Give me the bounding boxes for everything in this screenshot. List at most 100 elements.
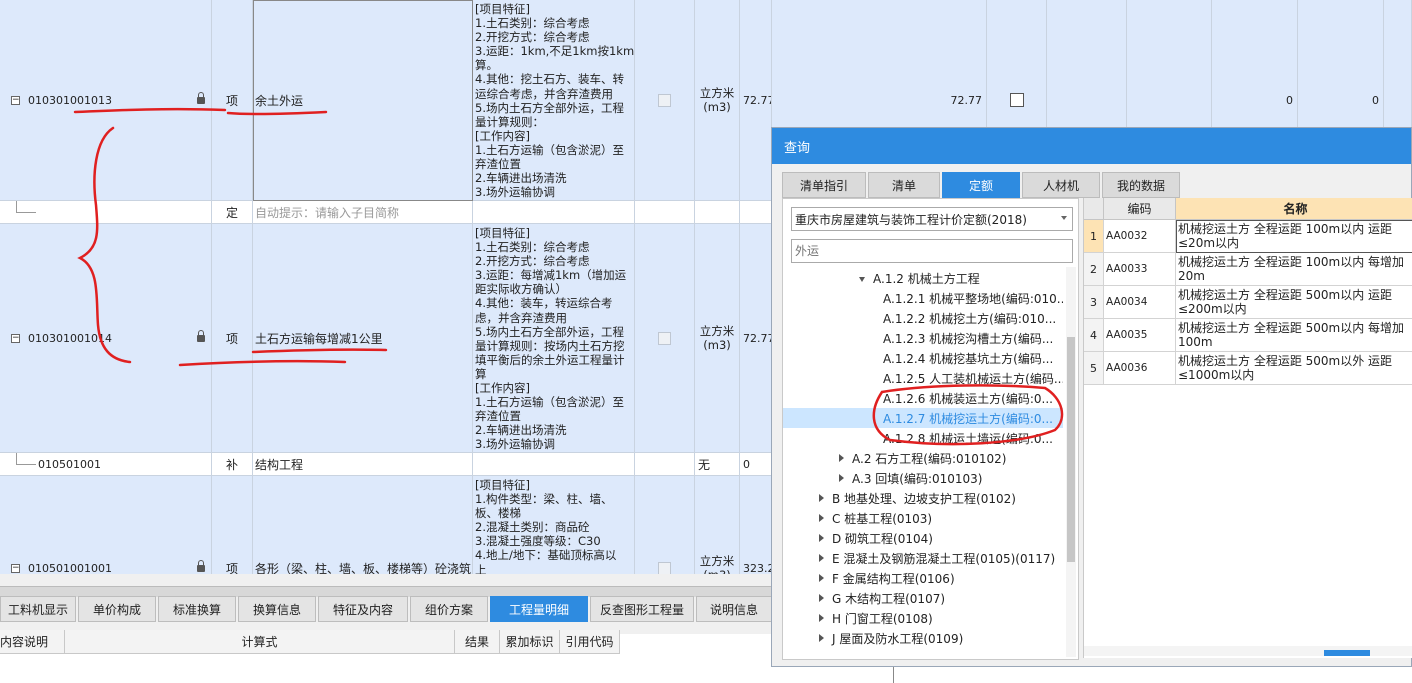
tab-quota[interactable]: 定额 <box>942 172 1020 198</box>
tree-node[interactable]: B 地基处理、边坡支护工程(0102) <box>783 488 1063 508</box>
checkbox-cell[interactable] <box>635 0 695 201</box>
name-cell[interactable]: 结构工程 <box>253 453 473 476</box>
col-ref-code[interactable]: 引用代码 <box>560 630 620 654</box>
features-cell[interactable] <box>473 201 635 224</box>
result-index[interactable]: 5 <box>1084 352 1104 385</box>
tree-node[interactable]: A.1.2.8 机械运土墙运(编码:0... <box>783 428 1063 448</box>
result-code[interactable]: AA0035 <box>1104 319 1176 352</box>
result-name[interactable]: 机械挖运土方 全程运距 500m以内 每增加100m <box>1176 319 1412 352</box>
tree-node[interactable]: H 门窗工程(0108) <box>783 608 1063 628</box>
code-cell[interactable]: − 010301001014 <box>0 224 212 453</box>
result-code[interactable]: AA0034 <box>1104 286 1176 319</box>
result-name[interactable]: 机械挖运土方 全程运距 500m以内 运距≤200m以内 <box>1176 286 1412 319</box>
tab-bill[interactable]: 清单 <box>868 172 940 198</box>
dialog-title[interactable]: 查询 <box>772 128 1411 164</box>
tab-labor-material[interactable]: 工料机显示 <box>0 596 76 622</box>
tree-node[interactable]: A.3 回填(编码:010103) <box>783 468 1063 488</box>
col-content[interactable]: 内容说明 <box>0 630 65 654</box>
code-cell[interactable]: 010501001 <box>0 453 212 476</box>
tree-node[interactable]: A.1.2.7 机械挖运土方(编码:0... <box>783 408 1063 428</box>
unit-cell[interactable]: 立方米 (m3) <box>695 224 740 453</box>
code-cell[interactable]: − 010501001001 <box>0 476 212 574</box>
quantity-cell[interactable] <box>740 201 772 224</box>
type-cell[interactable]: 项 <box>212 224 253 453</box>
tab-quantity-detail[interactable]: 工程量明细 <box>490 596 588 622</box>
expand-closed-icon[interactable] <box>839 454 844 462</box>
checkbox-cell[interactable] <box>635 453 695 476</box>
code-cell[interactable] <box>0 201 212 224</box>
unit-cell[interactable]: 立方米 (m3) <box>695 476 740 574</box>
tab-standard-conversion[interactable]: 标准换算 <box>158 596 236 622</box>
tree-node[interactable]: A.1.2.6 机械装运土方(编码:0... <box>783 388 1063 408</box>
collapse-icon[interactable]: − <box>11 563 20 573</box>
type-cell[interactable]: 项 <box>212 476 253 574</box>
tree-node[interactable]: E 混凝土及钢筋混凝土工程(0105)(0117) <box>783 548 1063 568</box>
expand-closed-icon[interactable] <box>819 514 824 522</box>
result-row[interactable]: 2 AA0033 机械挖运土方 全程运距 100m以内 每增加20m <box>1084 253 1412 286</box>
quota-library-select[interactable]: 重庆市房屋建筑与装饰工程计价定额(2018) <box>791 207 1073 231</box>
tree-node[interactable]: D 砌筑工程(0104) <box>783 528 1063 548</box>
features-cell[interactable] <box>473 453 635 476</box>
name-cell[interactable]: 土石方运输每增减1公里 <box>253 224 473 453</box>
quantity-cell[interactable]: 0 <box>740 453 772 476</box>
result-name[interactable]: 机械挖运土方 全程运距 100m以内 每增加20m <box>1176 253 1412 286</box>
tree-node[interactable]: J 屋面及防水工程(0109) <box>783 628 1063 648</box>
col-code[interactable]: 编码 <box>1104 198 1176 220</box>
tree-node[interactable]: A.1.2 机械土方工程 <box>783 268 1063 288</box>
flag-checkbox[interactable] <box>1009 93 1024 107</box>
tab-features-content[interactable]: 特征及内容 <box>318 596 408 622</box>
tree-node[interactable]: A.1.2.3 机械挖沟槽土方(编码... <box>783 328 1063 348</box>
expand-closed-icon[interactable] <box>819 554 824 562</box>
tab-unit-price[interactable]: 单价构成 <box>78 596 156 622</box>
expand-closed-icon[interactable] <box>819 594 824 602</box>
type-cell[interactable]: 项 <box>212 0 253 201</box>
result-index[interactable]: 1 <box>1084 220 1104 253</box>
col-name[interactable]: 名称 <box>1176 198 1412 220</box>
result-code[interactable]: AA0032 <box>1104 220 1176 253</box>
tree-node[interactable]: A.1.2.1 机械平整场地(编码:010... <box>783 288 1063 308</box>
tree-node[interactable]: F 金属结构工程(0106) <box>783 568 1063 588</box>
result-index[interactable]: 2 <box>1084 253 1104 286</box>
expand-closed-icon[interactable] <box>839 474 844 482</box>
tree-scrollbar[interactable] <box>1066 267 1076 657</box>
unit-cell[interactable] <box>695 201 740 224</box>
tree-node[interactable]: A.1.2.5 人工装机械运土方(编码... <box>783 368 1063 388</box>
collapse-icon[interactable]: − <box>11 95 20 105</box>
col-formula[interactable]: 计算式 <box>65 630 455 654</box>
code-cell[interactable]: − 010301001013 <box>0 0 212 201</box>
checkbox-cell[interactable] <box>635 224 695 453</box>
tree-node[interactable]: C 桩基工程(0103) <box>783 508 1063 528</box>
tab-my-data[interactable]: 我的数据 <box>1102 172 1180 198</box>
type-cell[interactable]: 补 <box>212 453 253 476</box>
unit-cell[interactable]: 立方米 (m3) <box>695 0 740 201</box>
result-index[interactable]: 4 <box>1084 319 1104 352</box>
quantity-cell[interactable]: 72.77 <box>740 0 772 201</box>
unit-cell[interactable]: 无 <box>695 453 740 476</box>
checkbox-cell[interactable] <box>635 201 695 224</box>
quantity-cell[interactable]: 323.2 <box>740 476 772 574</box>
col-result[interactable]: 结果 <box>455 630 500 654</box>
tab-description[interactable]: 说明信息 <box>696 596 772 622</box>
result-row[interactable]: 3 AA0034 机械挖运土方 全程运距 500m以内 运距≤200m以内 <box>1084 286 1412 319</box>
name-input-cell[interactable]: 自动提示：请输入子目简称 <box>253 201 473 224</box>
tree-node[interactable]: A.2 石方工程(编码:010102) <box>783 448 1063 468</box>
expand-closed-icon[interactable] <box>819 574 824 582</box>
tree-node[interactable]: A.1.2.4 机械挖基坑土方(编码... <box>783 348 1063 368</box>
quantity-cell[interactable]: 72.77 <box>740 224 772 453</box>
results-scrollbar[interactable] <box>1084 646 1412 656</box>
result-row[interactable]: 5 AA0036 机械挖运土方 全程运距 500m以外 运距≤1000m以内 <box>1084 352 1412 385</box>
tab-bill-guide[interactable]: 清单指引 <box>782 172 866 198</box>
result-index[interactable]: 3 <box>1084 286 1104 319</box>
tree-node[interactable]: G 木结构工程(0107) <box>783 588 1063 608</box>
result-row[interactable]: 1 AA0032 机械挖运土方 全程运距 100m以内 运距≤20m以内 <box>1084 220 1412 253</box>
name-cell[interactable]: 余土外运 <box>253 0 473 201</box>
expand-closed-icon[interactable] <box>819 534 824 542</box>
name-cell[interactable]: 各形（梁、柱、墙、板、楼梯等）砼浇筑 <box>253 476 473 574</box>
type-cell[interactable]: 定 <box>212 201 253 224</box>
features-cell[interactable]: [项目特征] 1.土石类别：综合考虑 2.开挖方式：综合考虑 3.运距：每增减1… <box>473 224 635 453</box>
col-accumulate[interactable]: 累加标识 <box>500 630 560 654</box>
tree-node[interactable]: A.1.2.2 机械挖土方(编码:010... <box>783 308 1063 328</box>
features-cell[interactable]: [项目特征] 1.土石类别：综合考虑 2.开挖方式：综合考虑 3.运距：1km,… <box>473 0 635 201</box>
result-code[interactable]: AA0036 <box>1104 352 1176 385</box>
tab-reverse-graphic[interactable]: 反查图形工程量 <box>590 596 694 622</box>
